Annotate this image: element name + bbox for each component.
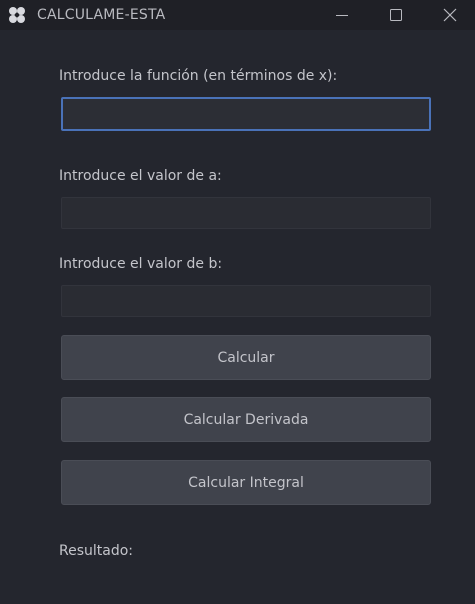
a-value-label: Introduce el valor de a: [59, 168, 222, 184]
b-value-input[interactable] [61, 285, 431, 317]
result-label: Resultado: [59, 543, 134, 559]
function-label: Introduce la función (en términos de x): [59, 68, 338, 84]
title-bar[interactable]: CALCULAME-ESTA [0, 0, 475, 30]
calcular-button[interactable]: Calcular [61, 335, 431, 380]
close-button[interactable] [426, 0, 474, 30]
function-input[interactable] [61, 97, 431, 131]
calcular-derivada-button[interactable]: Calcular Derivada [61, 397, 431, 442]
a-value-input[interactable] [61, 197, 431, 229]
calcular-integral-button[interactable]: Calcular Integral [61, 460, 431, 505]
minimize-icon [336, 15, 348, 16]
maximize-button[interactable] [372, 0, 420, 30]
app-logo-icon [9, 7, 25, 23]
close-icon [443, 8, 457, 22]
app-window: CALCULAME-ESTA Introduce la función (en … [0, 0, 475, 604]
minimize-button[interactable] [318, 0, 366, 30]
b-value-label: Introduce el valor de b: [59, 256, 223, 272]
window-title: CALCULAME-ESTA [37, 7, 166, 23]
maximize-icon [390, 9, 402, 21]
